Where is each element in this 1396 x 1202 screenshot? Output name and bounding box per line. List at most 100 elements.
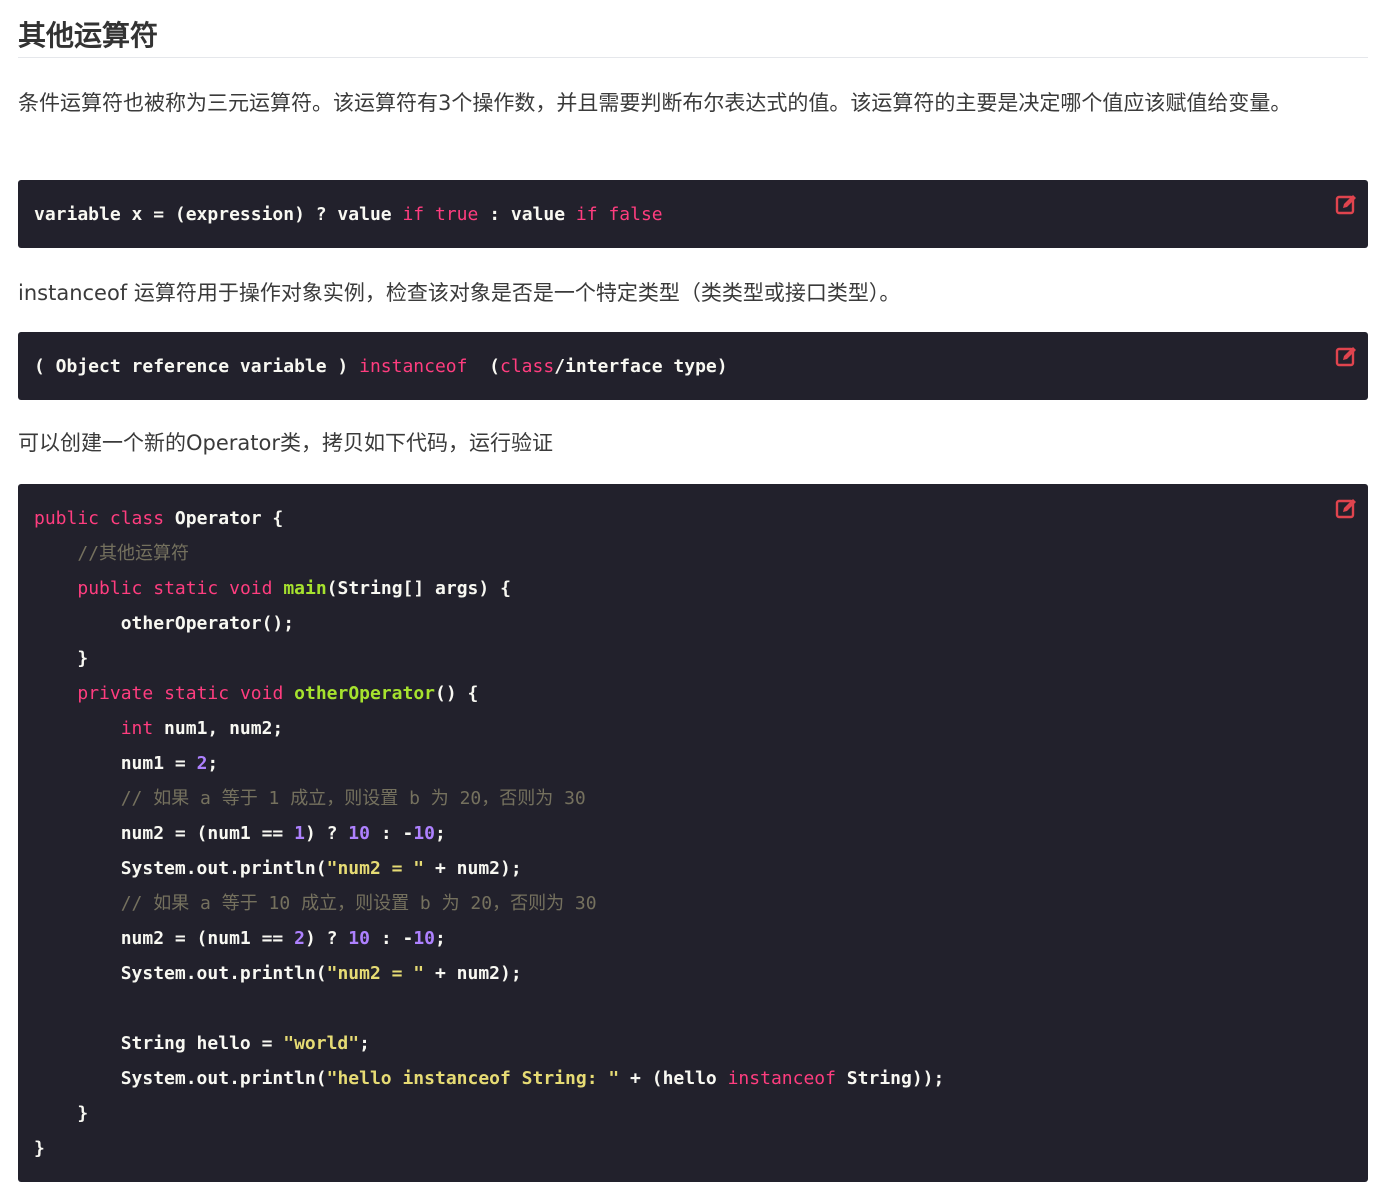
edit-icon[interactable] xyxy=(1334,345,1358,369)
code-text: num1, num2; xyxy=(153,718,284,739)
code-keyword: if xyxy=(575,204,598,225)
code-number: 1 xyxy=(294,823,305,844)
code-line: System.out.println("hello instanceof Str… xyxy=(34,1068,945,1089)
code-text: ) ? xyxy=(304,823,349,844)
code-line: // 如果 a 等于 10 成立，则设置 b 为 20，否则为 30 xyxy=(34,893,597,914)
code-line: // 如果 a 等于 1 成立，则设置 b 为 20，否则为 30 xyxy=(34,788,586,809)
code-line: } xyxy=(34,1138,45,1159)
code-keyword: true xyxy=(435,204,479,225)
code-keyword: static xyxy=(153,578,219,599)
edit-icon[interactable] xyxy=(1334,497,1358,521)
section-heading: 其他运算符 xyxy=(18,0,1368,58)
code-line: variable x = (expression) ? value if tru… xyxy=(34,204,663,225)
code-keyword: if xyxy=(402,204,425,225)
code-text: : - xyxy=(369,928,414,949)
code-content: variable x = (expression) ? value if tru… xyxy=(34,197,1352,232)
code-text: num2 = (num1 == xyxy=(34,823,295,844)
instanceof-paragraph: instanceof 运算符用于操作对象实例，检查该对象是否是一个特定类型（类类… xyxy=(18,281,901,305)
intro-paragraph: 条件运算符也被称为三元运算符。该运算符有3个操作数，并且需要判断布尔表达式的值。… xyxy=(18,91,1292,115)
code-text: String)); xyxy=(835,1068,945,1089)
code-number: 10 xyxy=(413,928,436,949)
code-line: int num1, num2; xyxy=(34,718,284,739)
article: 其他运算符 条件运算符也被称为三元运算符。该运算符有3个操作数，并且需要判断布尔… xyxy=(0,0,1396,1182)
code-keyword: false xyxy=(608,204,663,225)
code-keyword: class xyxy=(500,356,555,377)
code-number: 10 xyxy=(413,823,436,844)
code-text: System.out.println( xyxy=(34,963,327,984)
code-text: otherOperator(); xyxy=(34,613,295,634)
code-text: ; xyxy=(359,1033,370,1054)
code-string: "num2 = " xyxy=(326,858,425,879)
code-number: 10 xyxy=(348,823,370,844)
code-text: + num2); xyxy=(424,858,522,879)
code-text: } xyxy=(34,1138,45,1159)
code-line: private static void otherOperator() { xyxy=(34,683,478,704)
code-line: num2 = (num1 == 1) ? 10 : -10; xyxy=(34,823,446,844)
code-line: num1 = 2; xyxy=(34,753,219,774)
code-text: System.out.println( xyxy=(34,1068,327,1089)
code-line: otherOperator(); xyxy=(34,613,294,634)
code-comment: //其他运算符 xyxy=(77,543,190,564)
create-class-paragraph: 可以创建一个新的Operator类，拷贝如下代码，运行验证 xyxy=(18,431,553,455)
code-line: System.out.println("num2 = " + num2); xyxy=(34,963,522,984)
code-text: + (hello xyxy=(619,1068,728,1089)
code-text: /interface type) xyxy=(554,356,728,377)
code-keyword: static xyxy=(164,683,230,704)
code-line: } xyxy=(34,1103,88,1124)
code-line: num2 = (num1 == 2) ? 10 : -10; xyxy=(34,928,446,949)
edit-icon[interactable] xyxy=(1334,193,1358,217)
code-string: "num2 = " xyxy=(326,963,425,984)
code-text: + num2); xyxy=(424,963,522,984)
code-number: 2 xyxy=(196,753,208,774)
code-text: System.out.println( xyxy=(34,858,327,879)
code-text: (String[] args) { xyxy=(326,578,511,599)
code-text: ; xyxy=(435,823,446,844)
code-content: ( Object reference variable ) instanceof… xyxy=(34,349,1352,384)
code-line: //其他运算符 xyxy=(34,543,189,564)
code-line: public static void main(String[] args) { xyxy=(34,578,511,599)
code-text: } xyxy=(34,648,89,669)
code-keyword: private xyxy=(77,683,154,704)
code-keyword: void xyxy=(239,683,284,704)
code-text: ; xyxy=(207,753,219,774)
code-block-ternary: variable x = (expression) ? value if tru… xyxy=(18,180,1368,248)
code-keyword: class xyxy=(109,508,165,529)
code-text: : - xyxy=(369,823,414,844)
code-keyword: int xyxy=(120,718,154,739)
code-text: num1 = xyxy=(34,753,197,774)
code-comment: // 如果 a 等于 1 成立，则设置 b 为 20，否则为 30 xyxy=(120,788,586,809)
code-keyword: instanceof xyxy=(727,1068,836,1089)
code-function: main xyxy=(283,578,327,599)
code-text: } xyxy=(34,1103,89,1124)
code-line: String hello = "world"; xyxy=(34,1033,370,1054)
code-text: variable x = (expression) ? value xyxy=(34,204,403,225)
code-number: 10 xyxy=(348,928,370,949)
code-keyword: void xyxy=(229,578,273,599)
code-line: ( Object reference variable ) instanceof… xyxy=(34,356,728,377)
code-text: ( Object reference variable ) xyxy=(34,356,360,377)
code-keyword: public xyxy=(77,578,143,599)
code-text: Operator { xyxy=(164,508,284,529)
code-string: "hello instanceof String: " xyxy=(326,1068,620,1089)
code-text: num2 = (num1 == xyxy=(34,928,295,949)
code-text: ; xyxy=(435,928,446,949)
code-text: () { xyxy=(435,683,479,704)
code-text: ) ? xyxy=(304,928,349,949)
code-text: ( xyxy=(467,356,500,377)
code-string: "world" xyxy=(283,1033,360,1054)
code-keyword: public xyxy=(34,508,100,529)
code-function: otherOperator xyxy=(294,683,436,704)
